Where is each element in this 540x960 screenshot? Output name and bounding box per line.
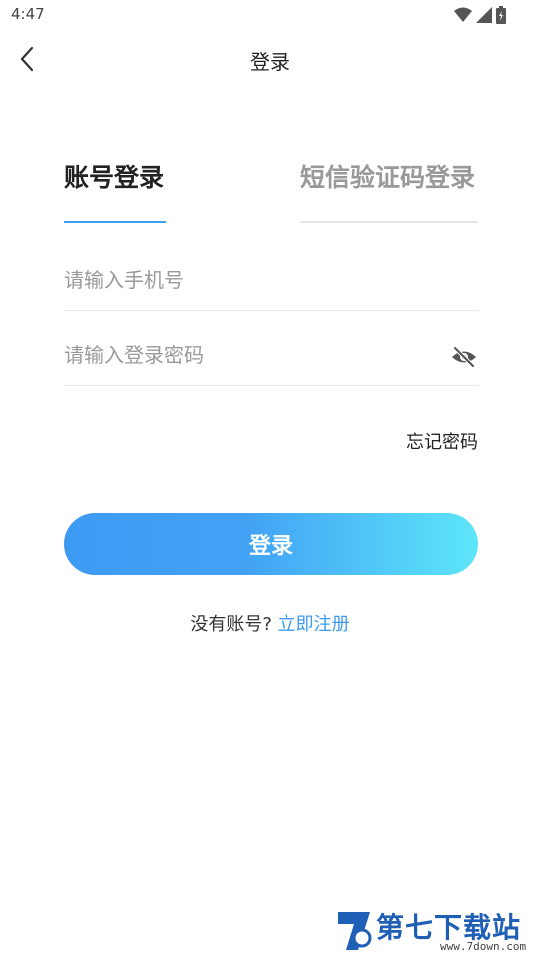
password-input[interactable] xyxy=(64,335,424,375)
phone-input[interactable] xyxy=(64,260,424,300)
register-link[interactable]: 立即注册 xyxy=(278,614,350,635)
tab-sms-underline xyxy=(300,221,478,223)
eye-off-icon xyxy=(452,346,476,368)
watermark: 第七下载站 www.7down.com xyxy=(336,906,532,954)
tab-sms-login[interactable]: 短信验证码登录 xyxy=(300,158,475,194)
tab-account-underline xyxy=(64,221,166,223)
status-bar: 4:47 xyxy=(0,0,540,30)
forgot-password-link[interactable]: 忘记密码 xyxy=(406,428,478,454)
page-title: 登录 xyxy=(250,50,290,74)
header: 登录 xyxy=(0,30,540,88)
password-field xyxy=(64,335,478,386)
status-time: 4:47 xyxy=(11,5,45,23)
tab-account-login[interactable]: 账号登录 xyxy=(64,158,164,194)
signal-icon xyxy=(476,7,492,23)
watermark-url: www.7down.com xyxy=(440,940,527,953)
status-icons xyxy=(454,6,506,24)
password-visibility-toggle[interactable] xyxy=(450,345,478,369)
watermark-logo-icon xyxy=(338,912,372,950)
battery-icon xyxy=(496,6,506,24)
register-row: 没有账号? 立即注册 xyxy=(0,610,540,636)
login-button[interactable]: 登录 xyxy=(64,513,478,575)
wifi-icon xyxy=(454,7,472,22)
phone-field xyxy=(64,260,478,311)
register-prompt: 没有账号? xyxy=(190,614,272,635)
